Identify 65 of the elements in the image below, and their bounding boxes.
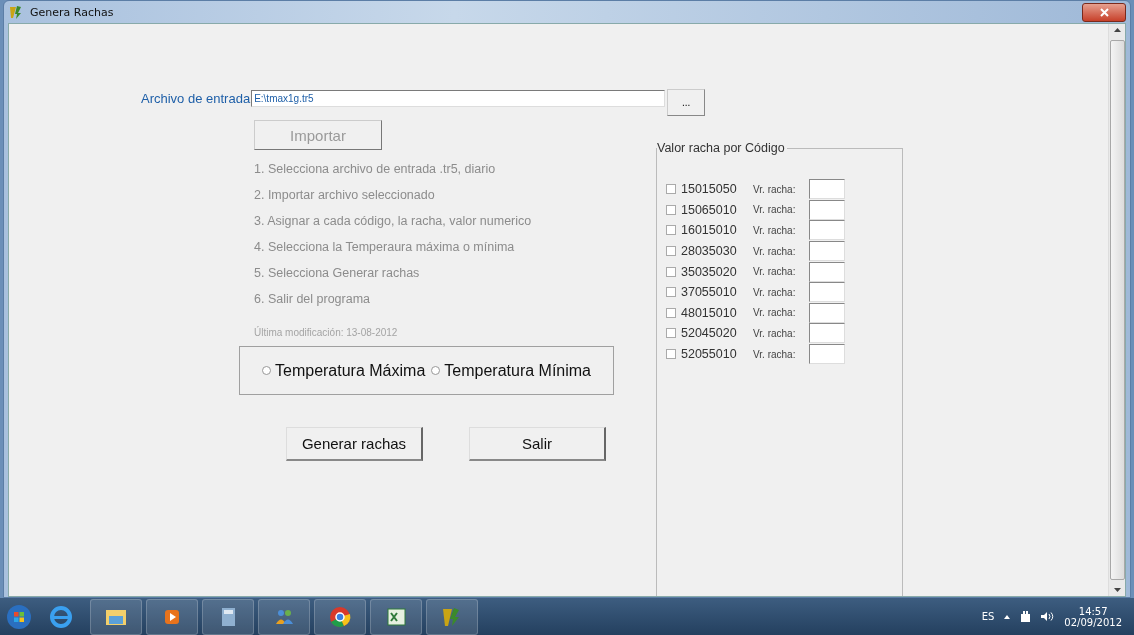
racha-field[interactable] (809, 282, 845, 303)
code-checkbox[interactable] (666, 307, 676, 318)
racha-label: Vr. racha: (753, 327, 797, 339)
app-icon (8, 4, 24, 20)
code-checkbox[interactable] (666, 184, 676, 195)
racha-field[interactable] (809, 323, 845, 344)
racha-label: Vr. racha: (753, 286, 797, 298)
clock-date[interactable]: 02/09/2012 (1064, 616, 1122, 628)
scroll-down-icon[interactable] (1113, 588, 1121, 592)
temperature-radio[interactable]: Temperatura Máxima (262, 361, 426, 380)
racha-field[interactable] (809, 179, 845, 200)
code-label: 28035030 (681, 244, 738, 259)
racha-label: Vr. racha: (753, 183, 797, 195)
instruction-step: 5. Selecciona Generar rachas (254, 266, 614, 292)
browse-button[interactable]: ... (667, 88, 706, 116)
code-label: 15065010 (681, 202, 738, 217)
instruction-step: 6. Salir del programa (254, 292, 614, 318)
code-checkbox[interactable] (666, 349, 676, 360)
power-icon[interactable] (1020, 610, 1032, 623)
racha-field[interactable] (809, 241, 845, 262)
racha-label: Vr. racha: (753, 225, 797, 236)
input-file-label: Archivo de entrada (141, 90, 251, 106)
close-icon (1099, 7, 1109, 17)
language-indicator[interactable]: ES (981, 611, 995, 622)
exit-button[interactable]: Salir (469, 427, 606, 461)
volume-icon[interactable] (1041, 611, 1055, 622)
instruction-step: 3. Asignar a cada código, la racha, valor numerico (254, 214, 614, 240)
input-file-field[interactable]: E:\tmax1g.tr5 (251, 89, 666, 107)
clock-time[interactable]: 14:57 (1078, 605, 1108, 617)
group-title: Valor racha por Código (657, 141, 787, 155)
racha-field[interactable] (809, 261, 845, 282)
racha-field[interactable] (809, 220, 845, 241)
code-label: 48015010 (681, 305, 738, 320)
code-label: 15015050 (681, 182, 738, 197)
instruction-step: 4. Selecciona la Temperaura máxima o mínima (254, 240, 614, 266)
code-checkbox[interactable] (666, 225, 676, 236)
code-label: 35035020 (681, 264, 738, 279)
close-button[interactable] (1082, 2, 1126, 22)
racha-label: Vr. racha: (753, 204, 797, 216)
generate-button[interactable]: Generar rachas (286, 427, 423, 461)
code-checkbox[interactable] (666, 266, 676, 277)
code-label: 16015010 (681, 223, 738, 238)
start-icon[interactable] (6, 603, 32, 630)
racha-field[interactable] (809, 302, 845, 323)
temperature-radio[interactable]: Temperatura Mínima (431, 361, 591, 380)
last-modified-text: Última modificación: 13-08-2012 (254, 327, 399, 338)
racha-field[interactable] (809, 344, 845, 365)
code-checkbox[interactable] (666, 246, 676, 257)
code-label: 37055010 (681, 285, 738, 300)
code-label: 52055010 (681, 347, 738, 362)
racha-field[interactable] (809, 199, 845, 220)
tray-arrow-icon[interactable] (1004, 614, 1011, 619)
instruction-step: 1. Selecciona archivo de entrada .tr5, diario (254, 162, 614, 188)
code-checkbox[interactable] (666, 328, 676, 339)
code-checkbox[interactable] (666, 287, 676, 298)
window-title: Genera Rachas (30, 5, 114, 19)
scroll-up-icon[interactable] (1113, 28, 1121, 32)
code-checkbox[interactable] (666, 204, 676, 215)
racha-label: Vr. racha: (753, 348, 797, 360)
racha-label: Vr. racha: (753, 307, 797, 319)
racha-label: Vr. racha: (753, 266, 797, 278)
browser-icon[interactable] (48, 603, 74, 630)
instruction-step: 2. Importar archivo seleccionado (254, 188, 614, 214)
racha-label: Vr. racha: (753, 245, 797, 257)
code-label: 52045020 (681, 326, 738, 341)
